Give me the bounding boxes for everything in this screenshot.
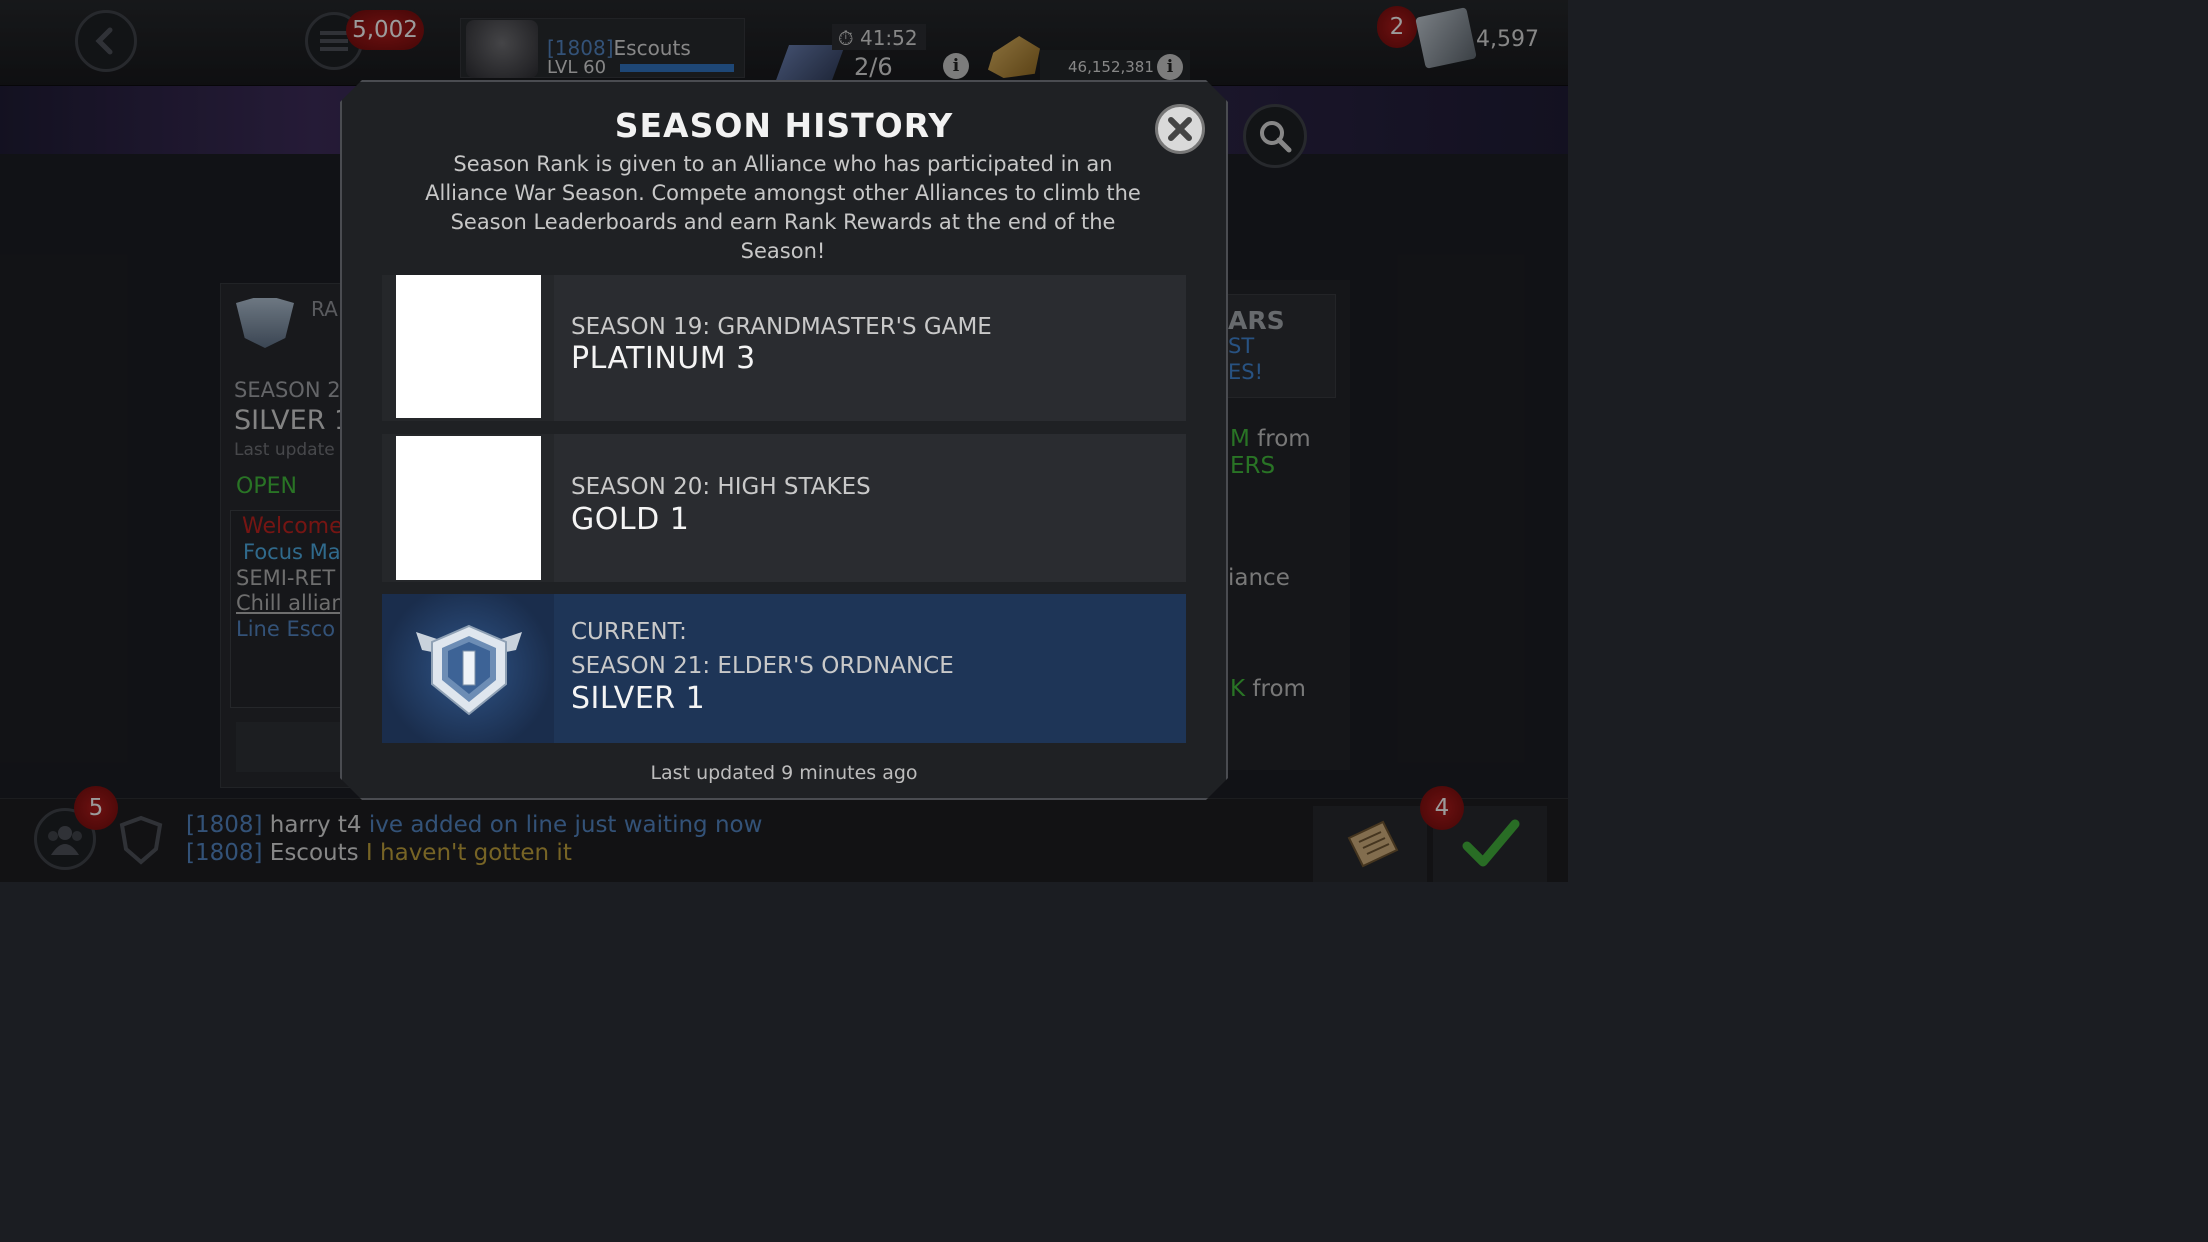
- modal-title: SEASON HISTORY: [614, 106, 954, 145]
- season-rank: GOLD 1: [571, 502, 690, 537]
- season-name: SEASON 20: HIGH STAKES: [571, 474, 871, 500]
- season-rank: SILVER 1: [571, 681, 706, 716]
- season-name: SEASON 21: ELDER'S ORDNANCE: [571, 653, 954, 679]
- current-season-row: CURRENT: SEASON 21: ELDER'S ORDNANCE SIL…: [382, 594, 1186, 743]
- season-row: SEASON 20: HIGH STAKES GOLD 1: [382, 434, 1186, 582]
- season-rank: PLATINUM 3: [571, 341, 756, 376]
- silver-rank-badge-icon: [416, 624, 522, 716]
- modal-description: Season Rank is given to an Alliance who …: [425, 152, 1141, 263]
- season-row: SEASON 19: GRANDMASTER'S GAME PLATINUM 3: [382, 275, 1186, 421]
- season-thumb-cell: [382, 434, 554, 582]
- last-updated: Last updated 9 minutes ago: [650, 762, 918, 784]
- close-button[interactable]: [1155, 104, 1205, 154]
- season-name: SEASON 19: GRANDMASTER'S GAME: [571, 314, 992, 340]
- season-rank-image: [396, 275, 541, 418]
- current-label: CURRENT:: [571, 619, 687, 645]
- season-thumb-cell: [382, 594, 554, 743]
- season-rank-image: [396, 436, 541, 580]
- season-thumb-cell: [382, 275, 554, 421]
- close-icon: [1168, 117, 1192, 141]
